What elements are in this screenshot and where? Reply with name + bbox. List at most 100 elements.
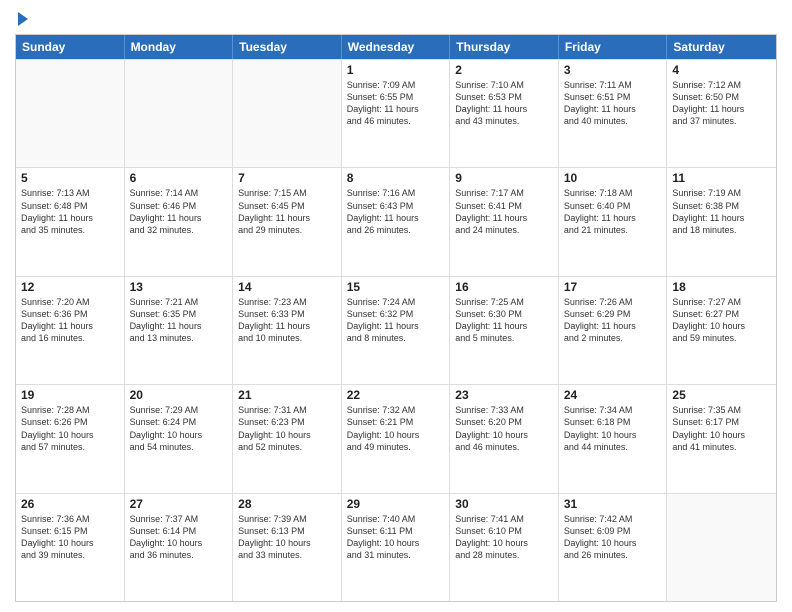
day-info: Sunrise: 7:12 AM Sunset: 6:50 PM Dayligh… [672,79,771,128]
calendar-cell [233,60,342,167]
calendar-cell: 10Sunrise: 7:18 AM Sunset: 6:40 PM Dayli… [559,168,668,275]
calendar-cell: 12Sunrise: 7:20 AM Sunset: 6:36 PM Dayli… [16,277,125,384]
day-info: Sunrise: 7:19 AM Sunset: 6:38 PM Dayligh… [672,187,771,236]
calendar-cell [125,60,234,167]
day-number: 20 [130,388,228,402]
day-number: 16 [455,280,553,294]
day-info: Sunrise: 7:16 AM Sunset: 6:43 PM Dayligh… [347,187,445,236]
day-number: 30 [455,497,553,511]
day-info: Sunrise: 7:11 AM Sunset: 6:51 PM Dayligh… [564,79,662,128]
calendar-cell [667,494,776,601]
header-cell-wednesday: Wednesday [342,35,451,59]
day-number: 11 [672,171,771,185]
calendar-cell: 22Sunrise: 7:32 AM Sunset: 6:21 PM Dayli… [342,385,451,492]
day-number: 23 [455,388,553,402]
calendar-cell: 13 Sunrise: 7:21 AM Sunset: 6:35 PM Dayli… [125,277,234,384]
calendar-cell: 29 Sunrise: 7:40 AM Sunset: 6:11 PM Dayli… [342,494,451,601]
day-info: Sunrise: 7:42 AM Sunset: 6:09 PM Dayligh… [564,513,662,562]
day-info: Sunrise: 7:10 AM Sunset: 6:53 PM Dayligh… [455,79,553,128]
calendar-row-1: 1 Sunrise: 7:09 AM Sunset: 6:55 PM Daylig… [16,59,776,167]
calendar-cell [16,60,125,167]
calendar-row-4: 19 Sunrise: 7:28 AM Sunset: 6:26 PM Dayli… [16,384,776,492]
day-info: Sunrise: 7:29 AM Sunset: 6:24 PM Dayligh… [130,404,228,453]
day-number: 7 [238,171,336,185]
day-number: 10 [564,171,662,185]
calendar-cell: 23 Sunrise: 7:33 AM Sunset: 6:20 PM Dayli… [450,385,559,492]
day-number: 2 [455,63,553,77]
day-number: 15 [347,280,445,294]
day-info: Sunrise: 7:24 AM Sunset: 6:32 PM Dayligh… [347,296,445,345]
header [15,10,777,26]
logo [15,10,28,26]
day-info: Sunrise: 7:21 AM Sunset: 6:35 PM Dayligh… [130,296,228,345]
calendar-row-2: 5Sunrise: 7:13 AM Sunset: 6:48 PM Daylig… [16,167,776,275]
logo-arrow-icon [18,12,28,26]
day-info: Sunrise: 7:27 AM Sunset: 6:27 PM Dayligh… [672,296,771,345]
calendar-row-5: 26 Sunrise: 7:36 AM Sunset: 6:15 PM Dayli… [16,493,776,601]
calendar-cell: 17 Sunrise: 7:26 AM Sunset: 6:29 PM Dayli… [559,277,668,384]
page: SundayMondayTuesdayWednesdayThursdayFrid… [0,0,792,612]
calendar-row-3: 12Sunrise: 7:20 AM Sunset: 6:36 PM Dayli… [16,276,776,384]
calendar-body: 1 Sunrise: 7:09 AM Sunset: 6:55 PM Daylig… [16,59,776,601]
logo-text [15,10,28,26]
day-info: Sunrise: 7:28 AM Sunset: 6:26 PM Dayligh… [21,404,119,453]
day-number: 12 [21,280,119,294]
calendar-cell: 26 Sunrise: 7:36 AM Sunset: 6:15 PM Dayli… [16,494,125,601]
day-number: 6 [130,171,228,185]
day-info: Sunrise: 7:17 AM Sunset: 6:41 PM Dayligh… [455,187,553,236]
calendar-cell: 16 Sunrise: 7:25 AM Sunset: 6:30 PM Dayli… [450,277,559,384]
header-cell-saturday: Saturday [667,35,776,59]
day-info: Sunrise: 7:35 AM Sunset: 6:17 PM Dayligh… [672,404,771,453]
calendar-cell: 14 Sunrise: 7:23 AM Sunset: 6:33 PM Dayli… [233,277,342,384]
day-number: 19 [21,388,119,402]
calendar: SundayMondayTuesdayWednesdayThursdayFrid… [15,34,777,602]
day-info: Sunrise: 7:32 AM Sunset: 6:21 PM Dayligh… [347,404,445,453]
header-cell-thursday: Thursday [450,35,559,59]
day-number: 17 [564,280,662,294]
calendar-cell: 18 Sunrise: 7:27 AM Sunset: 6:27 PM Dayli… [667,277,776,384]
header-cell-tuesday: Tuesday [233,35,342,59]
day-info: Sunrise: 7:40 AM Sunset: 6:11 PM Dayligh… [347,513,445,562]
day-number: 5 [21,171,119,185]
day-number: 26 [21,497,119,511]
calendar-cell: 20 Sunrise: 7:29 AM Sunset: 6:24 PM Dayli… [125,385,234,492]
day-number: 14 [238,280,336,294]
day-info: Sunrise: 7:37 AM Sunset: 6:14 PM Dayligh… [130,513,228,562]
day-number: 9 [455,171,553,185]
day-number: 31 [564,497,662,511]
calendar-cell: 28Sunrise: 7:39 AM Sunset: 6:13 PM Dayli… [233,494,342,601]
calendar-cell: 8 Sunrise: 7:16 AM Sunset: 6:43 PM Daylig… [342,168,451,275]
day-info: Sunrise: 7:09 AM Sunset: 6:55 PM Dayligh… [347,79,445,128]
calendar-cell: 3Sunrise: 7:11 AM Sunset: 6:51 PM Daylig… [559,60,668,167]
calendar-cell: 25Sunrise: 7:35 AM Sunset: 6:17 PM Dayli… [667,385,776,492]
calendar-cell: 2 Sunrise: 7:10 AM Sunset: 6:53 PM Daylig… [450,60,559,167]
calendar-cell: 9 Sunrise: 7:17 AM Sunset: 6:41 PM Daylig… [450,168,559,275]
calendar-cell: 24 Sunrise: 7:34 AM Sunset: 6:18 PM Dayli… [559,385,668,492]
day-number: 8 [347,171,445,185]
day-number: 13 [130,280,228,294]
calendar-cell: 30 Sunrise: 7:41 AM Sunset: 6:10 PM Dayli… [450,494,559,601]
day-number: 1 [347,63,445,77]
day-info: Sunrise: 7:25 AM Sunset: 6:30 PM Dayligh… [455,296,553,345]
day-number: 24 [564,388,662,402]
header-cell-friday: Friday [559,35,668,59]
day-number: 27 [130,497,228,511]
day-info: Sunrise: 7:26 AM Sunset: 6:29 PM Dayligh… [564,296,662,345]
calendar-header: SundayMondayTuesdayWednesdayThursdayFrid… [16,35,776,59]
calendar-cell: 15 Sunrise: 7:24 AM Sunset: 6:32 PM Dayli… [342,277,451,384]
calendar-cell: 27 Sunrise: 7:37 AM Sunset: 6:14 PM Dayli… [125,494,234,601]
calendar-cell: 1 Sunrise: 7:09 AM Sunset: 6:55 PM Daylig… [342,60,451,167]
day-info: Sunrise: 7:23 AM Sunset: 6:33 PM Dayligh… [238,296,336,345]
calendar-cell: 11 Sunrise: 7:19 AM Sunset: 6:38 PM Dayli… [667,168,776,275]
day-info: Sunrise: 7:15 AM Sunset: 6:45 PM Dayligh… [238,187,336,236]
calendar-cell: 31 Sunrise: 7:42 AM Sunset: 6:09 PM Dayli… [559,494,668,601]
day-info: Sunrise: 7:33 AM Sunset: 6:20 PM Dayligh… [455,404,553,453]
day-info: Sunrise: 7:39 AM Sunset: 6:13 PM Dayligh… [238,513,336,562]
day-info: Sunrise: 7:31 AM Sunset: 6:23 PM Dayligh… [238,404,336,453]
day-info: Sunrise: 7:36 AM Sunset: 6:15 PM Dayligh… [21,513,119,562]
day-info: Sunrise: 7:41 AM Sunset: 6:10 PM Dayligh… [455,513,553,562]
calendar-cell: 4Sunrise: 7:12 AM Sunset: 6:50 PM Daylig… [667,60,776,167]
day-info: Sunrise: 7:34 AM Sunset: 6:18 PM Dayligh… [564,404,662,453]
day-number: 18 [672,280,771,294]
day-number: 29 [347,497,445,511]
